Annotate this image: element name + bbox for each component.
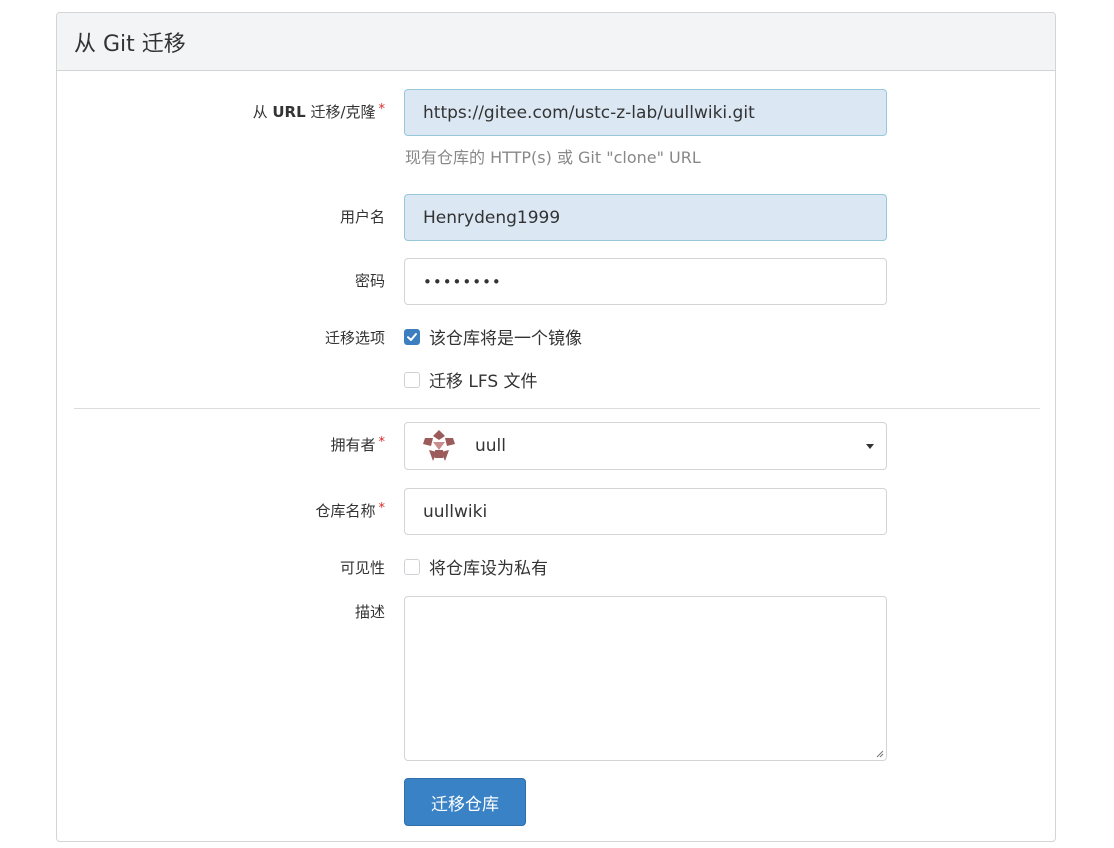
owner-select[interactable]: uull bbox=[404, 422, 887, 470]
clone-url-value: https://gitee.com/ustc-z-lab/uullwiki.gi… bbox=[423, 102, 755, 123]
clone-url-label-suffix: 迁移/克隆 bbox=[305, 103, 376, 121]
username-value: Henrydeng1999 bbox=[423, 207, 561, 228]
required-mark: * bbox=[378, 501, 386, 516]
clone-url-hint: 现有仓库的 HTTP(s) 或 Git "clone" URL bbox=[405, 148, 701, 167]
description-label: 描述 bbox=[354, 603, 385, 621]
owner-label: 拥有者 * bbox=[330, 434, 385, 455]
lfs-checkbox[interactable] bbox=[404, 371, 420, 388]
repo-name-value: uullwiki bbox=[423, 501, 488, 522]
migrate-options-label: 迁移选项 bbox=[324, 329, 385, 347]
username-input[interactable]: Henrydeng1999 bbox=[404, 194, 887, 241]
required-mark: * bbox=[378, 435, 386, 450]
username-label: 用户名 bbox=[339, 208, 385, 226]
lfs-option-label: 迁移 LFS 文件 bbox=[429, 372, 538, 392]
migrate-repo-button-label: 迁移仓库 bbox=[431, 794, 499, 815]
clone-url-label-prefix: 从 bbox=[252, 103, 273, 121]
mirror-option[interactable]: 该仓库将是一个镜像 bbox=[404, 324, 582, 349]
clone-url-input[interactable]: https://gitee.com/ustc-z-lab/uullwiki.gi… bbox=[404, 89, 887, 136]
mirror-option-label: 该仓库将是一个镜像 bbox=[429, 329, 582, 349]
password-value: •••••••• bbox=[423, 272, 502, 291]
private-checkbox[interactable] bbox=[404, 558, 420, 575]
lfs-option[interactable]: 迁移 LFS 文件 bbox=[404, 367, 538, 392]
migrate-repo-button[interactable]: 迁移仓库 bbox=[404, 778, 526, 826]
repo-name-input[interactable]: uullwiki bbox=[404, 488, 887, 535]
repo-name-label: 仓库名称 * bbox=[315, 500, 385, 521]
panel-title: 从 Git 迁移 bbox=[74, 31, 186, 57]
clone-url-label-bold: URL bbox=[272, 103, 306, 121]
clone-url-label: 从 URL 迁移/克隆 * bbox=[253, 101, 385, 122]
password-label: 密码 bbox=[354, 272, 385, 290]
description-textarea[interactable] bbox=[404, 596, 887, 761]
mirror-checkbox[interactable] bbox=[404, 328, 420, 345]
dropdown-caret-icon bbox=[866, 444, 874, 449]
migrate-panel: 从 Git 迁移 从 URL 迁移/克隆 * https://gitee.com/… bbox=[56, 12, 1056, 842]
owner-value: uull bbox=[475, 436, 506, 456]
private-option[interactable]: 将仓库设为私有 bbox=[404, 554, 548, 579]
visibility-label: 可见性 bbox=[339, 559, 385, 577]
owner-avatar-icon bbox=[423, 430, 455, 461]
checkmark-icon bbox=[407, 332, 417, 341]
section-divider bbox=[74, 408, 1040, 409]
repo-name-label-text: 仓库名称 bbox=[315, 502, 376, 520]
owner-label-text: 拥有者 bbox=[330, 436, 376, 454]
panel-header: 从 Git 迁移 bbox=[57, 13, 1055, 71]
private-option-label: 将仓库设为私有 bbox=[429, 559, 548, 579]
password-input[interactable]: •••••••• bbox=[404, 258, 887, 305]
required-mark: * bbox=[378, 102, 386, 117]
resize-grip-icon[interactable] bbox=[874, 748, 884, 758]
